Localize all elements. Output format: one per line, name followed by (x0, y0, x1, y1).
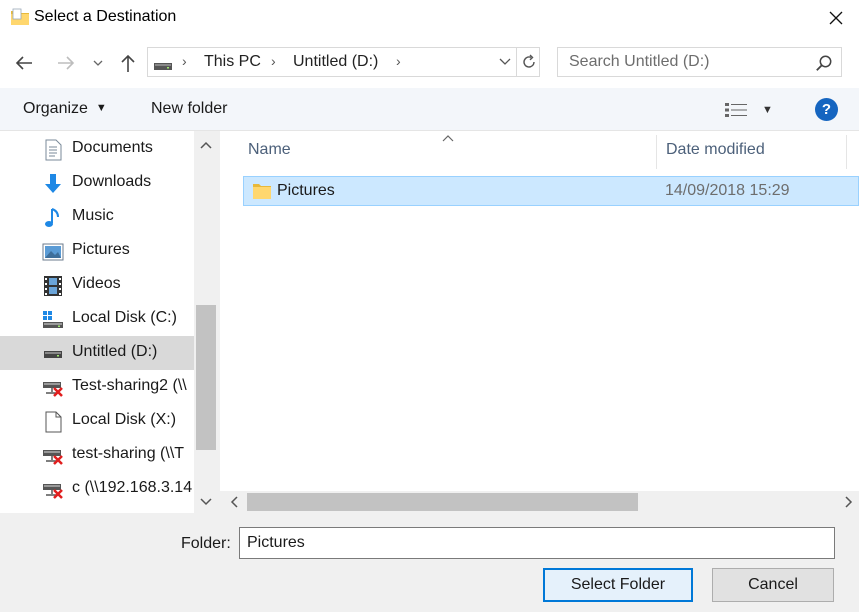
downloads-icon (42, 173, 64, 195)
caret-down-icon: ▼ (762, 104, 773, 116)
file-date-modified: 14/09/2018 15:29 (665, 182, 790, 199)
breadcrumb-separator: › (271, 53, 276, 69)
command-bar: Organize ▼ New folder ▼ (0, 88, 859, 131)
windows-drive-icon (42, 309, 64, 331)
address-dropdown-button[interactable] (495, 48, 515, 76)
view-options-button[interactable]: ▼ (724, 98, 780, 122)
select-folder-button[interactable]: Select Folder (543, 568, 693, 602)
address-bar[interactable]: › This PC › Untitled (D:) › (147, 47, 540, 77)
music-icon (42, 207, 64, 229)
chevron-down-icon (200, 498, 212, 506)
title-bar: Select a Destination (0, 0, 859, 36)
nav-item-label: Local Disk (C:) (72, 309, 177, 326)
close-icon (829, 11, 843, 25)
nav-item-label: Downloads (72, 173, 152, 190)
refresh-button[interactable] (516, 48, 540, 76)
nav-item-label: Pictures (72, 241, 130, 258)
column-header-date-modified[interactable]: Date modified (666, 141, 765, 159)
forward-button[interactable] (53, 50, 79, 76)
drive-icon (154, 58, 172, 70)
scrollbar-thumb[interactable] (196, 305, 216, 450)
help-button[interactable]: ? (815, 98, 838, 121)
navigation-pane: Documents Downloads Music Pictures Video… (0, 131, 218, 513)
nav-item-label: c (\\192.168.3.14 (72, 479, 193, 496)
dialog-footer: Folder: Select Folder Cancel (0, 513, 859, 612)
file-row-pictures[interactable]: Pictures 14/09/2018 15:29 (243, 176, 859, 206)
nav-item-untitled-d[interactable]: Untitled (D:) (0, 336, 194, 370)
file-name: Pictures (277, 182, 335, 199)
breadcrumb-separator: › (182, 53, 187, 69)
window-title: Select a Destination (34, 8, 177, 25)
sort-ascending-icon (442, 131, 454, 145)
breadcrumb-this-pc[interactable]: This PC (204, 53, 261, 71)
recent-locations-button[interactable] (88, 50, 108, 76)
nav-item-test-sharing2[interactable]: Test-sharing2 (\\ (0, 370, 194, 404)
navigation-scrollbar[interactable] (194, 131, 218, 513)
nav-item-music[interactable]: Music (0, 200, 194, 234)
scroll-down-button[interactable] (194, 491, 218, 513)
cancel-button[interactable]: Cancel (712, 568, 834, 602)
search-input[interactable] (559, 49, 809, 75)
arrow-left-icon (15, 56, 32, 70)
pictures-icon (42, 241, 64, 263)
breadcrumb-untitled-d[interactable]: Untitled (D:) (293, 53, 378, 71)
column-divider[interactable] (846, 135, 847, 169)
folder-icon (252, 181, 272, 201)
search-icon[interactable] (815, 54, 833, 72)
nav-item-label: Test-sharing2 (\\ (72, 377, 187, 394)
nav-item-videos[interactable]: Videos (0, 268, 194, 302)
drive-icon (42, 343, 64, 365)
nav-item-documents[interactable]: Documents (0, 132, 194, 166)
breadcrumb-separator: › (396, 53, 401, 69)
refresh-icon (522, 54, 535, 68)
nav-item-local-disk-x[interactable]: Local Disk (X:) (0, 404, 194, 438)
scrollbar-thumb[interactable] (247, 493, 638, 511)
scroll-right-button[interactable] (839, 491, 859, 513)
address-row: › This PC › Untitled (D:) › (0, 38, 859, 88)
documents-icon (42, 139, 64, 161)
chevron-left-icon (230, 496, 238, 508)
nav-item-label: Music (72, 207, 114, 224)
disconnected-network-drive-icon (42, 377, 64, 399)
nav-item-label: Local Disk (X:) (72, 411, 177, 428)
nav-item-label: Documents (72, 139, 153, 156)
close-button[interactable] (813, 0, 859, 36)
column-divider[interactable] (656, 135, 657, 169)
folder-name-input[interactable] (239, 527, 835, 559)
blank-drive-icon (42, 411, 64, 433)
nav-item-label: Videos (72, 275, 121, 292)
arrow-up-icon (121, 54, 135, 72)
nav-item-c-network[interactable]: c (\\192.168.3.14 (0, 472, 194, 506)
file-list: Name Date modified Pictures 14/09/2018 1… (220, 131, 859, 513)
scroll-up-button[interactable] (194, 131, 218, 159)
chevron-up-icon (200, 141, 212, 149)
details-view-icon (725, 103, 747, 117)
caret-down-icon: ▼ (95, 102, 107, 114)
folder-icon (10, 8, 30, 26)
disconnected-network-drive-icon (42, 445, 64, 467)
disconnected-network-drive-icon (42, 479, 64, 501)
nav-item-label: Untitled (D:) (72, 343, 158, 360)
nav-item-local-disk-c[interactable]: Local Disk (C:) (0, 302, 194, 336)
organize-button[interactable]: Organize ▼ (23, 100, 107, 118)
horizontal-scrollbar[interactable] (220, 491, 859, 513)
back-button[interactable] (11, 50, 37, 76)
chevron-right-icon (845, 496, 853, 508)
new-folder-button[interactable]: New folder (151, 100, 227, 118)
nav-item-pictures[interactable]: Pictures (0, 234, 194, 268)
search-box[interactable] (557, 47, 842, 77)
nav-item-test-sharing[interactable]: test-sharing (\\T (0, 438, 194, 472)
scroll-left-button[interactable] (224, 491, 244, 513)
organize-label: Organize (23, 100, 88, 117)
nav-item-downloads[interactable]: Downloads (0, 166, 194, 200)
folder-label: Folder: (181, 535, 231, 552)
chevron-down-icon (93, 60, 103, 66)
videos-icon (42, 275, 64, 297)
column-header-name[interactable]: Name (248, 141, 291, 159)
arrow-right-icon (58, 56, 75, 70)
nav-item-label: test-sharing (\\T (72, 445, 185, 462)
up-button[interactable] (115, 50, 141, 76)
chevron-down-icon (499, 58, 511, 65)
